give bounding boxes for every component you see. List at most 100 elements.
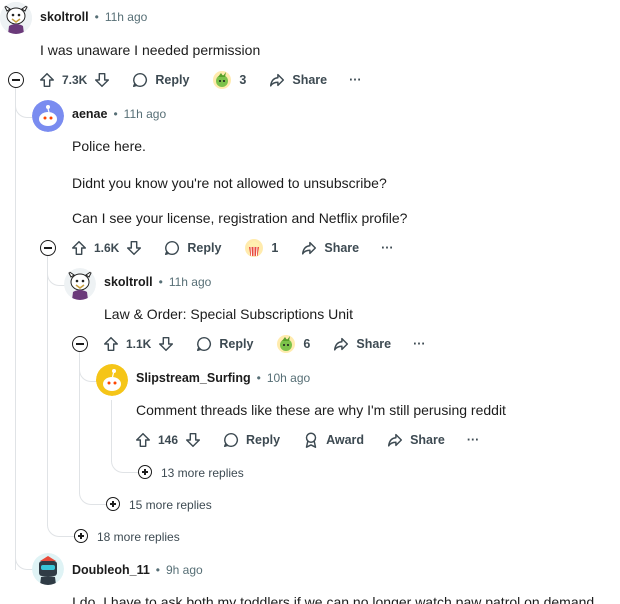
collapse-thread-button[interactable] — [72, 336, 88, 352]
comment-meta: skoltroll • 11h ago — [40, 10, 147, 24]
separator: • — [256, 371, 261, 385]
more-options-button[interactable]: ··· — [467, 428, 480, 452]
vote-count: 1.1K — [126, 337, 152, 351]
share-button[interactable]: Share — [268, 68, 327, 92]
author-name[interactable]: Doubleoh_11 — [72, 563, 150, 577]
avatar[interactable] — [32, 100, 64, 132]
thread-elbow-aenae — [15, 88, 33, 118]
more-options-button[interactable]: ··· — [381, 236, 394, 260]
timestamp[interactable]: 11h ago — [169, 275, 212, 289]
share-label: Share — [292, 73, 328, 87]
share-label: Share — [410, 433, 445, 447]
comment-icon — [224, 432, 239, 448]
author-name[interactable]: skoltroll — [104, 275, 153, 289]
downvote-button[interactable] — [184, 428, 202, 452]
author-name[interactable]: skoltroll — [40, 10, 89, 24]
comment-icon — [197, 336, 212, 352]
reply-label: Reply — [155, 73, 190, 87]
comment-icon — [133, 72, 148, 88]
author-name[interactable]: Slipstream_Surfing — [136, 371, 251, 385]
reply-button[interactable]: Reply — [222, 428, 280, 452]
share-button[interactable]: Share — [386, 428, 445, 452]
share-button[interactable]: Share — [332, 332, 391, 356]
more-options-button[interactable]: ··· — [349, 68, 362, 92]
upvote-icon — [135, 432, 151, 448]
downvote-button[interactable] — [93, 68, 111, 92]
timestamp[interactable]: 11h ago — [124, 107, 167, 121]
avatar[interactable] — [96, 364, 128, 396]
reply-button[interactable]: Reply — [163, 236, 221, 260]
more-options-icon: ··· — [381, 241, 394, 255]
share-icon — [388, 433, 403, 447]
separator: • — [155, 563, 160, 577]
share-icon — [302, 241, 317, 255]
comment-body-line: Can I see your license, registration and… — [72, 210, 408, 226]
avatar[interactable] — [32, 553, 64, 585]
timestamp[interactable]: 10h ago — [267, 371, 310, 385]
expand-replies-icon[interactable] — [138, 465, 152, 479]
reply-label: Reply — [187, 241, 222, 255]
comment-meta: aenae • 11h ago — [72, 107, 166, 121]
upvote-icon — [103, 336, 119, 352]
upvote-button[interactable] — [70, 236, 88, 260]
award-count: 6 — [303, 337, 311, 351]
upvote-button[interactable] — [38, 68, 56, 92]
thread-line-level2 — [47, 256, 48, 526]
comment-actions: 146 Reply Award Share ··· — [134, 428, 479, 452]
collapse-thread-button[interactable] — [8, 72, 24, 88]
share-button[interactable]: Share — [300, 236, 359, 260]
upvote-icon — [71, 240, 87, 256]
separator: • — [158, 275, 163, 289]
thread-line-level1 — [15, 88, 16, 570]
author-name[interactable]: aenae — [72, 107, 107, 121]
separator: • — [113, 107, 118, 121]
award-button[interactable]: 3 — [211, 68, 246, 92]
award-count: 1 — [271, 241, 279, 255]
award-icon — [305, 432, 317, 448]
collapse-thread-button[interactable] — [40, 240, 56, 256]
popcorn-award-icon — [245, 239, 264, 257]
downvote-button[interactable] — [157, 332, 175, 356]
award-button[interactable]: Award — [302, 428, 364, 452]
downvote-icon — [95, 72, 110, 88]
comment-meta: skoltroll • 11h ago — [104, 275, 211, 289]
downvote-icon — [186, 432, 201, 448]
comment-actions: 1.6K Reply 1 Share ··· — [70, 236, 394, 260]
reply-button[interactable]: Reply — [195, 332, 253, 356]
downvote-icon — [159, 336, 174, 352]
timestamp[interactable]: 9h ago — [166, 563, 203, 577]
separator: • — [94, 10, 99, 24]
award-button[interactable]: 6 — [275, 332, 310, 356]
more-options-icon: ··· — [349, 73, 362, 87]
more-replies-link[interactable]: 18 more replies — [97, 530, 180, 544]
comment-body: Law & Order: Special Subscriptions Unit — [104, 306, 353, 322]
avatar[interactable] — [64, 268, 96, 300]
vote-count: 146 — [158, 433, 179, 447]
share-label: Share — [356, 337, 392, 351]
timestamp[interactable]: 11h ago — [105, 10, 148, 24]
comment-body: I was unaware I needed permission — [40, 42, 261, 58]
reply-button[interactable]: Reply — [131, 68, 189, 92]
more-replies-link[interactable]: 13 more replies — [161, 466, 244, 480]
vote-count: 1.6K — [94, 241, 120, 255]
avatar[interactable] — [0, 2, 32, 34]
upvote-button[interactable] — [134, 428, 152, 452]
downvote-button[interactable] — [125, 236, 143, 260]
comment-body-line: Didnt you know you're not allowed to uns… — [72, 175, 387, 191]
more-options-button[interactable]: ··· — [413, 332, 426, 356]
upvote-button[interactable] — [102, 332, 120, 356]
expand-replies-icon[interactable] — [106, 497, 120, 511]
more-replies-link[interactable]: 15 more replies — [129, 498, 212, 512]
thread-elbow-level3 — [79, 478, 107, 505]
award-button[interactable]: 1 — [243, 236, 278, 260]
thread-elbow-slipstream — [79, 352, 97, 382]
comment-body-line: Police here. — [72, 138, 146, 154]
expand-replies-icon[interactable] — [74, 529, 88, 543]
thread-elbow-skoltroll2 — [47, 256, 65, 286]
upvote-icon — [39, 72, 55, 88]
award-count: 3 — [239, 73, 247, 87]
comment-body: Comment threads like these are why I'm s… — [136, 402, 506, 418]
comment-meta: Doubleoh_11 • 9h ago — [72, 563, 203, 577]
comment-meta: Slipstream_Surfing • 10h ago — [136, 371, 310, 385]
award-icon — [277, 335, 296, 353]
